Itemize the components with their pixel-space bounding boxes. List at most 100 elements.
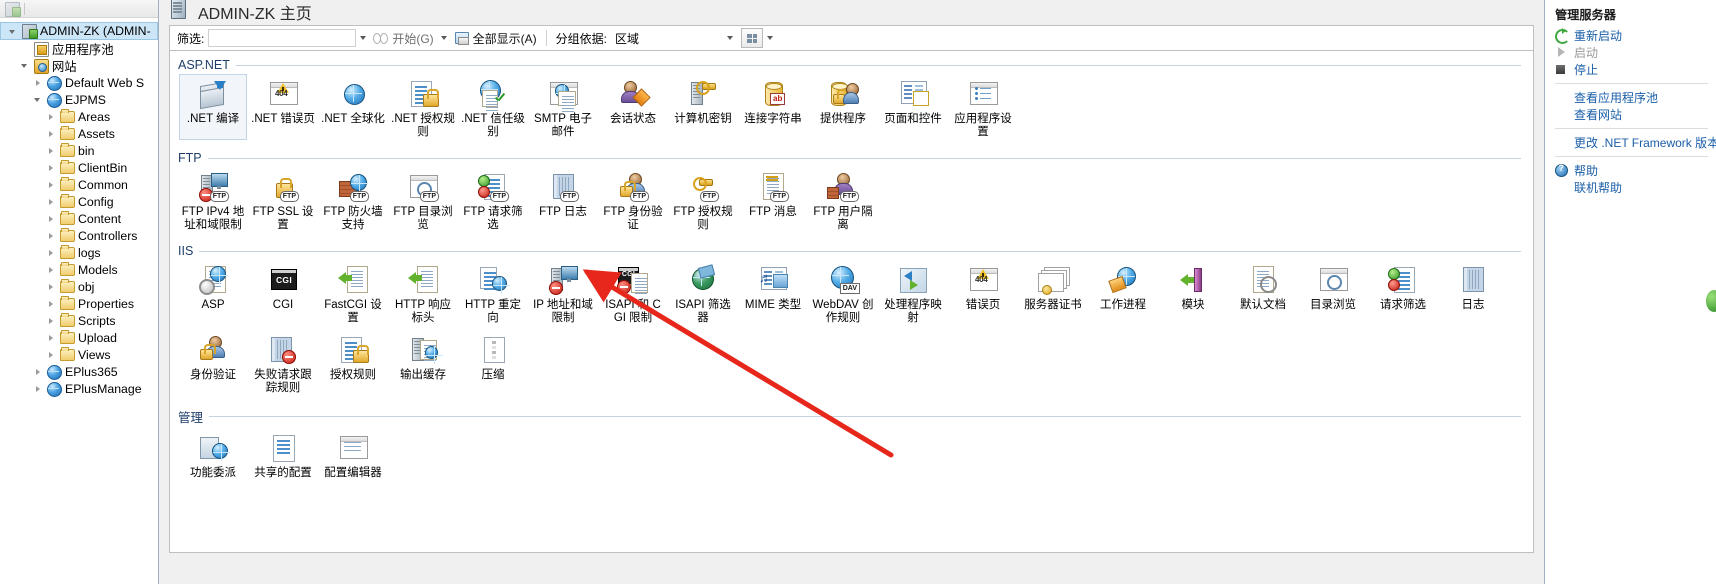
tree-node-content[interactable]: Content [0, 210, 158, 227]
tree-node-properties[interactable]: Properties [0, 295, 158, 312]
expand-chevron-icon[interactable] [45, 193, 58, 210]
collapse-chevron-icon[interactable] [19, 57, 32, 74]
tree-node-clientbin[interactable]: ClientBin [0, 159, 158, 176]
tree-node-assets[interactable]: Assets [0, 125, 158, 142]
feature-tile[interactable]: FTP FTP 防火墙支持 [319, 167, 387, 233]
action-item-[interactable]: 联机帮助 [1545, 179, 1716, 196]
tree-node-upload[interactable]: Upload [0, 329, 158, 346]
tree-node-bin[interactable]: bin [0, 142, 158, 159]
feature-tile[interactable]: 404 错误页 [949, 260, 1017, 326]
feature-tile[interactable]: 404 .NET 错误页 [249, 74, 317, 140]
show-all-button[interactable]: 全部显示(A) [451, 29, 540, 48]
feature-tile[interactable]: 身份验证 [179, 330, 247, 396]
expand-chevron-icon[interactable] [32, 380, 45, 397]
expand-chevron-icon[interactable] [45, 329, 58, 346]
group-by-caret-icon[interactable] [727, 36, 734, 40]
expand-chevron-icon[interactable] [32, 363, 45, 380]
feature-tile[interactable]: CGI CGI [249, 260, 317, 326]
view-options-button[interactable] [741, 28, 764, 48]
feature-tile[interactable]: FTP FTP 请求筛选 [459, 167, 527, 233]
expand-chevron-icon[interactable] [45, 227, 58, 244]
expand-chevron-icon[interactable] [45, 278, 58, 295]
feature-tile[interactable]: 应用程序设置 [949, 74, 1017, 140]
feature-tile[interactable]: ♬ MIME 类型 [739, 260, 807, 326]
feature-tile[interactable]: .NET 全球化 [319, 74, 387, 140]
feature-tile[interactable]: IP 地址和域限制 [529, 260, 597, 326]
feature-tile[interactable]: FTP FTP IPv4 地址和域限制 [179, 167, 247, 233]
feature-tile[interactable]: .NET 授权规则 [389, 74, 457, 140]
tree-node-[interactable]: 网站 [0, 57, 158, 74]
feature-tile[interactable]: 模块 [1159, 260, 1227, 326]
tree-node-scripts[interactable]: Scripts [0, 312, 158, 329]
feature-tile[interactable]: 请求筛选 [1369, 260, 1437, 326]
feature-tile[interactable]: FastCGI 设置 [319, 260, 387, 326]
expand-chevron-icon[interactable] [45, 295, 58, 312]
tree-node-eplus365[interactable]: EPlus365 [0, 363, 158, 380]
tree-node-models[interactable]: Models [0, 261, 158, 278]
tree-node-obj[interactable]: obj [0, 278, 158, 295]
action-item-net-framework[interactable]: 更改 .NET Framework 版本 [1545, 134, 1716, 151]
scroll-knob-icon[interactable] [1706, 290, 1716, 312]
feature-tile[interactable]: FTP FTP SSL 设置 [249, 167, 317, 233]
feature-tile[interactable]: 处理程序映射 [879, 260, 947, 326]
feature-tile[interactable]: ISAPI 筛选器 [669, 260, 737, 326]
feature-tile[interactable]: 服务器证书 [1019, 260, 1087, 326]
expand-chevron-icon[interactable] [45, 346, 58, 363]
feature-tile[interactable]: 日志 [1439, 260, 1507, 326]
action-item-[interactable]: 查看应用程序池 [1545, 89, 1716, 106]
tree-node-areas[interactable]: Areas [0, 108, 158, 125]
tree-node-common[interactable]: Common [0, 176, 158, 193]
expand-chevron-icon[interactable] [45, 159, 58, 176]
feature-tile[interactable]: .NET 信任级别 [459, 74, 527, 140]
expand-chevron-icon[interactable] [45, 210, 58, 227]
feature-tile[interactable]: FTP FTP 日志 [529, 167, 597, 233]
tree-node-admin-zk-admin[interactable]: ADMIN-ZK (ADMIN- [0, 22, 158, 40]
feature-tile[interactable]: CGI ISAPI 和 CGI 限制 [599, 260, 667, 326]
action-item-[interactable]: 帮助 [1545, 162, 1716, 179]
action-item-[interactable]: 查看网站 [1545, 106, 1716, 123]
expand-chevron-icon[interactable] [45, 125, 58, 142]
tree-node-controllers[interactable]: Controllers [0, 227, 158, 244]
expand-chevron-icon[interactable] [45, 142, 58, 159]
feature-tile[interactable]: 功能委派 [179, 428, 247, 482]
feature-tile[interactable]: ASP [179, 260, 247, 326]
expand-chevron-icon[interactable] [45, 176, 58, 193]
feature-tile[interactable]: 工作进程 [1089, 260, 1157, 326]
connections-toolbar-icon[interactable] [5, 2, 21, 17]
filter-dropdown-caret-icon[interactable] [360, 36, 367, 40]
feature-tile[interactable]: 压缩 [459, 330, 527, 396]
tree-node-logs[interactable]: logs [0, 244, 158, 261]
feature-tile[interactable]: 会话状态 [599, 74, 667, 140]
expand-chevron-icon[interactable] [45, 244, 58, 261]
feature-tile[interactable]: FTP FTP 身份验证 [599, 167, 667, 233]
feature-tile[interactable]: HTTP 重定向 [459, 260, 527, 326]
feature-tile[interactable]: 计算机密钥 [669, 74, 737, 140]
action-item-[interactable]: 启动 [1545, 44, 1716, 61]
feature-tile[interactable]: 授权规则 [319, 330, 387, 396]
collapse-chevron-icon[interactable] [32, 91, 45, 108]
feature-tile[interactable]: 提供程序 [809, 74, 877, 140]
feature-tile[interactable]: SMTP 电子邮件 [529, 74, 597, 140]
feature-tile[interactable]: 输出缓存 [389, 330, 457, 396]
feature-tile[interactable]: HTTP 响应标头 [389, 260, 457, 326]
feature-tile[interactable]: ab 连接字符串 [739, 74, 807, 140]
feature-tile[interactable]: DAV WebDAV 创作规则 [809, 260, 877, 326]
feature-tile[interactable]: FTP FTP 目录浏览 [389, 167, 457, 233]
action-item-[interactable]: 停止 [1545, 61, 1716, 78]
feature-tile[interactable]: FTP FTP 授权规则 [669, 167, 737, 233]
feature-tile[interactable]: 配置编辑器 [319, 428, 387, 482]
tree-node-ejpms[interactable]: EJPMS [0, 91, 158, 108]
feature-tile[interactable]: FTP FTP 用户隔离 [809, 167, 877, 233]
feature-tile[interactable]: .NET 编译 [179, 74, 247, 140]
feature-tile[interactable]: 共享的配置 [249, 428, 317, 482]
tree-node-[interactable]: 应用程序池 [0, 40, 158, 57]
tree-node-views[interactable]: Views [0, 346, 158, 363]
expand-chevron-icon[interactable] [45, 108, 58, 125]
feature-tile[interactable]: 默认文档 [1229, 260, 1297, 326]
feature-tile[interactable]: 目录浏览 [1299, 260, 1367, 326]
feature-tile[interactable]: 页面和控件 [879, 74, 947, 140]
expand-chevron-icon[interactable] [32, 74, 45, 91]
action-item-[interactable]: 重新启动 [1545, 27, 1716, 44]
collapse-chevron-icon[interactable] [7, 23, 20, 40]
view-options-caret-icon[interactable] [767, 36, 774, 40]
